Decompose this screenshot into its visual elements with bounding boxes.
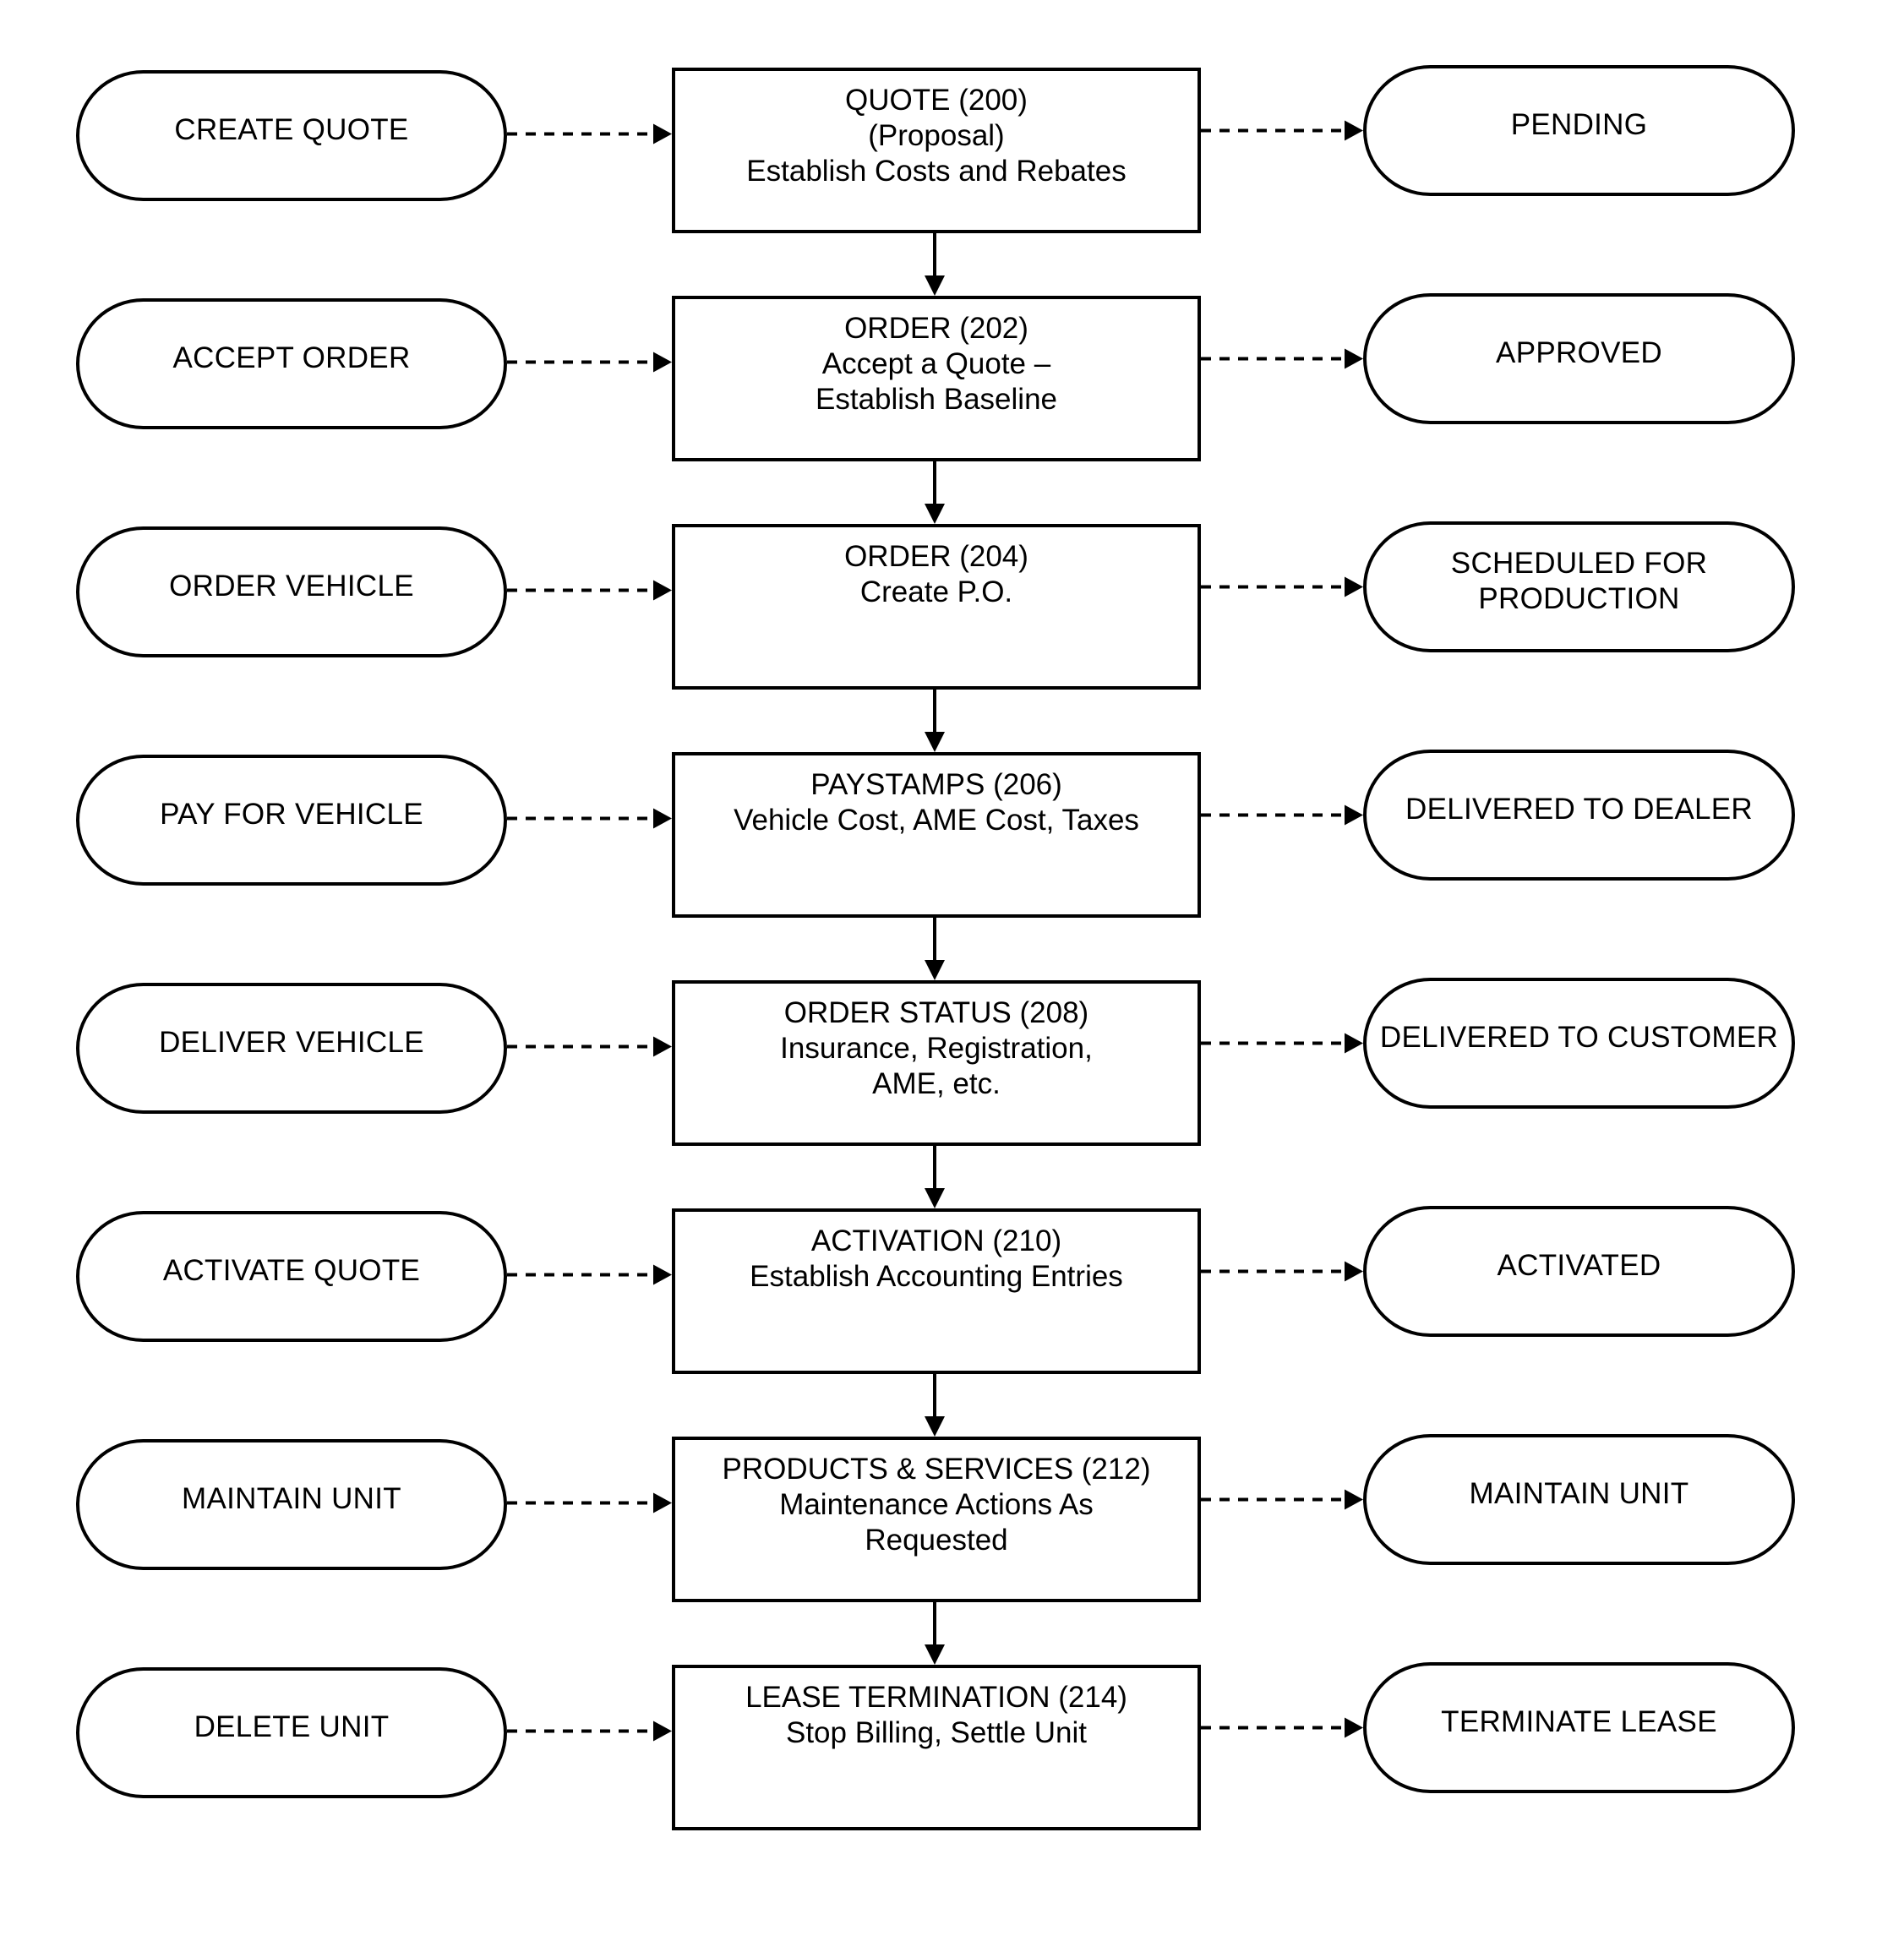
status-label-line: PENDING [1510,107,1648,141]
status-node: DELIVERED TO CUSTOMER [1363,978,1795,1109]
status-label-line: PRODUCTION [1478,581,1680,615]
arrowhead-down-icon [925,1416,945,1437]
action-node: ORDER VEHICLE [76,526,507,657]
status-label: MAINTAIN UNIT [1470,1476,1689,1524]
action-label: ACTIVATE QUOTE [162,1253,421,1287]
status-label-line: DELIVERED TO CUSTOMER [1379,1020,1779,1054]
arrowhead-icon [653,1721,672,1742]
step-description-line: Establish Costs and Rebates [746,155,1127,188]
arrowhead-down-icon [925,960,945,980]
step-description-line: Vehicle Cost, AME Cost, Taxes [734,804,1139,837]
process-step-box: ORDER (204) Create P.O. [672,524,1201,690]
arrowhead-icon [653,1492,672,1513]
status-node: MAINTAIN UNIT [1363,1434,1795,1565]
arrowhead-down-icon [925,504,945,524]
step-description-line: Establish Accounting Entries [750,1260,1123,1293]
arrowhead-icon [1345,1261,1363,1282]
action-node: ACCEPT ORDER [76,298,507,429]
step-description-line: Create P.O. [859,575,1013,608]
step-title: PAYSTAMPS (206) [810,768,1062,801]
arrowhead-icon [1345,804,1363,826]
connector-layer [507,120,1363,1742]
arrowhead-down-icon [925,275,945,296]
arrowhead-icon [653,808,672,829]
action-label: CREATE QUOTE [174,112,409,146]
arrowhead-down-icon [925,1188,945,1208]
action-node: DELETE UNIT [76,1667,507,1798]
status-node: APPROVED [1363,293,1795,424]
status-label-line: ACTIVATED [1497,1248,1661,1282]
step-title: ACTIVATION (210) [810,1224,1062,1257]
step-description-line: (Proposal) [868,119,1005,152]
status-label: ACTIVATED [1498,1248,1661,1295]
process-step-box: ORDER STATUS (208) Insurance, Registratio… [672,980,1201,1146]
action-node: ACTIVATE QUOTE [76,1211,507,1342]
process-step-box: PAYSTAMPS (206) Vehicle Cost, AME Cost, T… [672,752,1201,918]
process-step-box: QUOTE (200) (Proposal) Establish Costs and… [672,68,1201,233]
status-node: ACTIVATED [1363,1206,1795,1337]
step-title: ORDER (202) [844,312,1028,345]
status-node: PENDING [1363,65,1795,196]
status-label: DELIVERED TO CUSTOMER [1380,1020,1778,1067]
step-description-line: Insurance, Registration, [780,1032,1093,1065]
process-step-box: PRODUCTS & SERVICES (212) Maintenance Act… [672,1437,1201,1602]
arrowhead-icon [653,123,672,145]
action-node: MAINTAIN UNIT [76,1439,507,1570]
process-step-box: LEASE TERMINATION (214) Stop Billing, Set… [672,1665,1201,1830]
status-node: DELIVERED TO DEALER [1363,750,1795,881]
status-label: SCHEDULED FOR PRODUCTION [1451,546,1707,629]
step-title: QUOTE (200) [845,84,1028,117]
status-label-line: TERMINATE LEASE [1441,1704,1717,1738]
process-step-box: ORDER (202) Accept a Quote – Establish Bas… [672,296,1201,461]
action-label: DELIVER VEHICLE [159,1025,424,1059]
arrowhead-icon [653,1264,672,1285]
status-node: TERMINATE LEASE [1363,1662,1795,1793]
step-title: ORDER (204) [844,540,1028,573]
status-label: TERMINATE LEASE [1441,1704,1717,1752]
status-label: APPROVED [1496,335,1662,383]
arrowhead-down-icon [925,732,945,752]
step-description-line: Establish Baseline [816,383,1057,416]
action-node: CREATE QUOTE [76,70,507,201]
step-title: PRODUCTS & SERVICES (212) [722,1453,1151,1486]
step-description-line: AME, etc. [872,1067,1001,1100]
arrowhead-icon [653,580,672,601]
step-description-line: Requested [865,1524,1008,1557]
status-node: SCHEDULED FOR PRODUCTION [1363,521,1795,652]
arrowhead-icon [1345,1489,1363,1510]
status-label: PENDING [1511,107,1648,155]
flowchart: CREATE QUOTE QUOTE (200) (Proposal) Establi… [0,0,1904,1936]
step-title: LEASE TERMINATION (214) [745,1681,1127,1714]
arrowhead-icon [1345,1033,1363,1054]
status-label-line: DELIVERED TO DEALER [1405,792,1753,826]
arrowhead-icon [1345,576,1363,597]
status-label: DELIVERED TO DEALER [1405,792,1753,839]
action-label: PAY FOR VEHICLE [160,797,423,831]
arrowhead-icon [653,352,672,373]
arrowhead-icon [1345,1717,1363,1738]
action-label: ACCEPT ORDER [172,341,411,374]
step-description-line: Maintenance Actions As [779,1488,1094,1521]
arrowhead-icon [653,1036,672,1057]
action-node: DELIVER VEHICLE [76,983,507,1114]
action-label: MAINTAIN UNIT [182,1481,401,1515]
arrowhead-down-icon [925,1644,945,1665]
status-label-line: MAINTAIN UNIT [1469,1476,1689,1510]
status-label-line: SCHEDULED FOR [1450,546,1708,580]
action-label: DELETE UNIT [194,1710,390,1743]
step-description-line: Stop Billing, Settle Unit [785,1716,1087,1749]
arrowhead-icon [1345,120,1363,141]
step-title: ORDER STATUS (208) [783,996,1089,1029]
status-label-line: APPROVED [1496,335,1662,369]
step-description-line: Accept a Quote – [821,347,1051,380]
arrowhead-icon [1345,348,1363,369]
process-step-box: ACTIVATION (210) Establish Accounting Ent… [672,1208,1201,1374]
action-node: PAY FOR VEHICLE [76,755,507,886]
action-label: ORDER VEHICLE [169,569,414,603]
